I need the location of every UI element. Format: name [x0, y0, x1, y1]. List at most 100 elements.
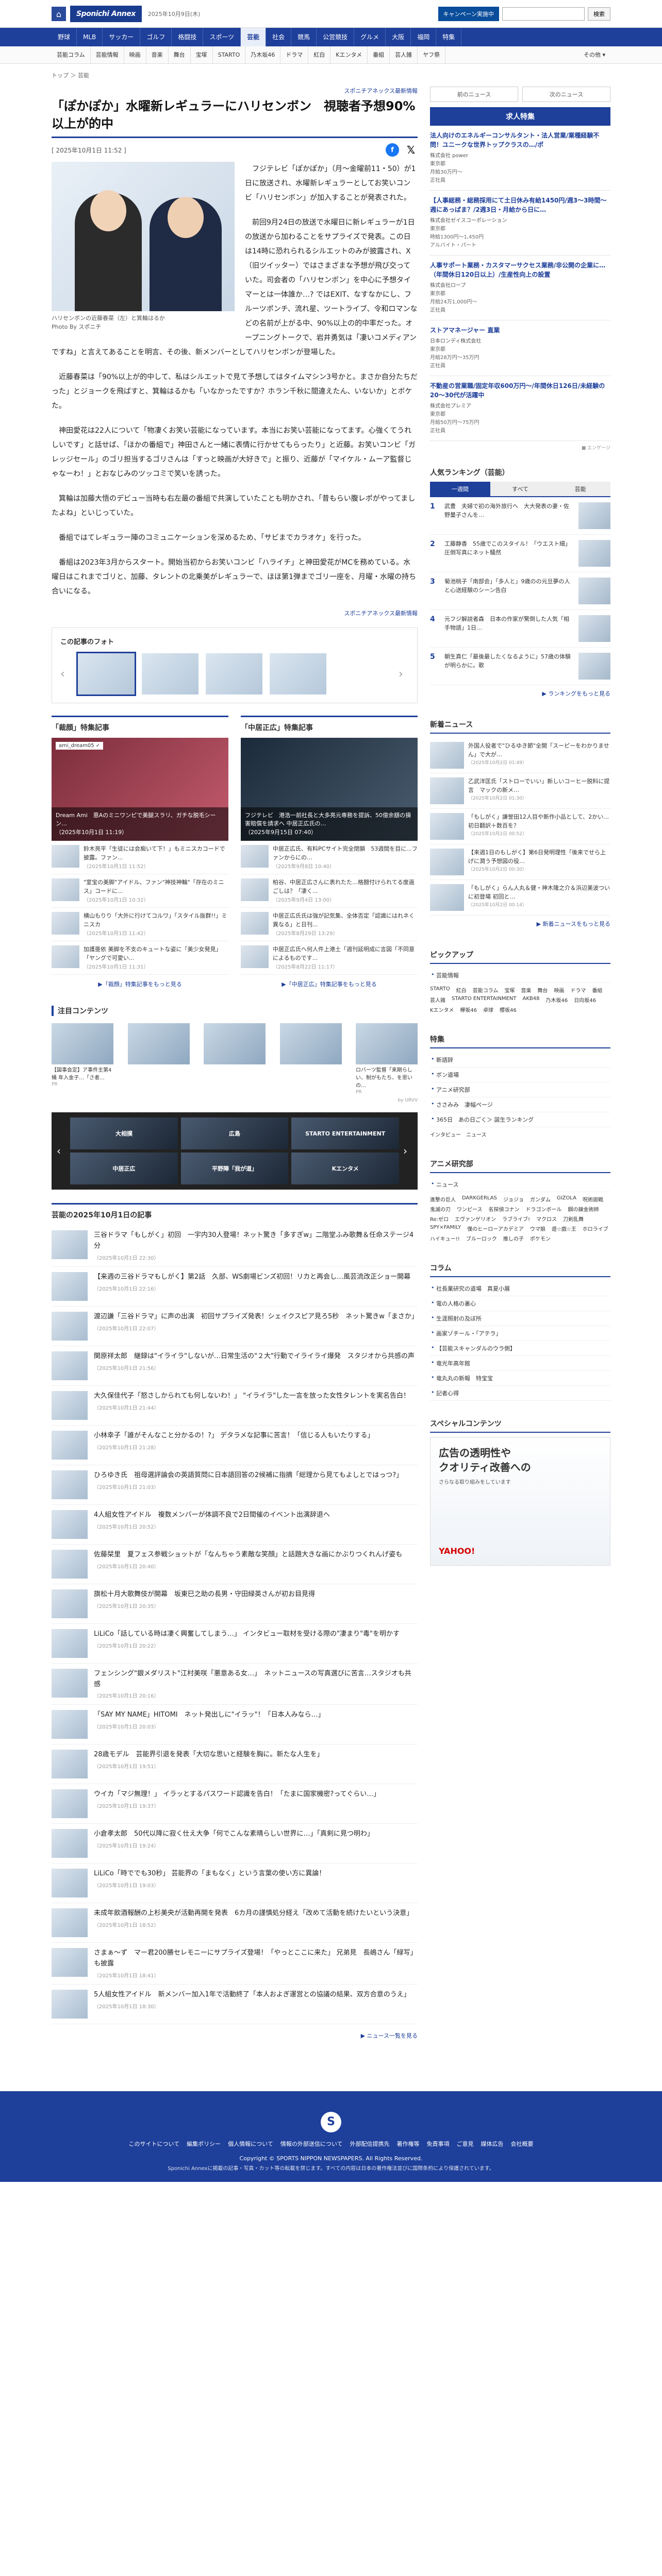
nav-item[interactable]: MLB [77, 28, 103, 46]
special-link[interactable]: アニメ研究部 [430, 1082, 610, 1097]
ranking-tab[interactable]: 芸能 [550, 482, 611, 496]
ranking-more-link[interactable]: ▶ ランキングをもっと見る [430, 685, 610, 702]
next-news-button[interactable]: 次のニュース [522, 87, 610, 102]
chevron-left-icon[interactable]: ‹ [57, 1145, 66, 1157]
pickup-tag[interactable]: 卓球 [483, 1006, 493, 1013]
pickup-tag[interactable]: STARTO [430, 986, 450, 994]
subnav-item[interactable]: STARTO [213, 46, 246, 64]
subnav-item[interactable]: 番組 [368, 46, 390, 64]
special-link[interactable]: ボン道場 [430, 1067, 610, 1082]
job-item[interactable]: 【人事総務・総務採用にて土日休み有給1450円/週3～3時間～週にあっぱま？/2… [430, 191, 610, 256]
footer-link[interactable]: 免責事項 [427, 2140, 450, 2148]
anime-tag[interactable]: 遊☆戯☆王 [552, 1225, 576, 1232]
nav-item[interactable]: サッカー [103, 28, 141, 46]
news-item[interactable]: 小林幸子「誰がそんなこと分かるの！?」 デタラメな記事に苦言！「信じる人もいたり… [52, 1426, 418, 1465]
feature-item[interactable]: 柏谷、中居正広さんに表れたた…格闘付けられてる度過ごしは？「凄く... （2025… [241, 874, 418, 908]
job-item[interactable]: 人事サポート業務・カスタマーサクセス業務/非公開の企業に…（年間休日120日以上… [430, 256, 610, 320]
column-link[interactable]: 【芸能スキャンダルのウラ側】 [430, 1341, 610, 1356]
subnav-item[interactable]: ドラマ [280, 46, 309, 64]
site-logo[interactable]: Sponichi Annex [70, 6, 142, 22]
attention-item[interactable]: ロバーツ監督「来期らしい、制がもたち、を思いの… PR [356, 1023, 418, 1095]
nav-item[interactable]: グルメ [354, 28, 386, 46]
chevron-right-icon[interactable]: › [403, 1145, 412, 1157]
news-item[interactable]: 小倉孝太郎 50代以降に寂く仕え大争「何でこんな素晴らしい世界に…」「真剣に見つ… [52, 1824, 418, 1864]
harisenbon-photo[interactable] [52, 162, 235, 312]
anime-tag[interactable]: 刀剣乱舞 [563, 1215, 584, 1223]
news-item[interactable]: 関原祥太郎 継録は"イライラ"しないが…日常生活の"２大"行動でイライライ爆発 … [52, 1346, 418, 1386]
pickup-tag[interactable]: ドラマ [570, 986, 586, 994]
feature-item[interactable]: 鈴木亮平「生徒には会痴いて下！」もミニスカコードで披露。ファン... （2025年… [52, 841, 228, 875]
anime-tag[interactable]: ドラゴンボール [526, 1205, 562, 1213]
carousel-tile[interactable]: 広島 [180, 1117, 289, 1150]
ranking-item[interactable]: 3 菊池桃子「南部会」「多人と」9歳のの元旦夢の人と心送経験のシーン告白 [430, 572, 610, 610]
new-news-item[interactable]: 「もしがく」謙誉田12人目や新作小品として、2かい…初日翻訳＋数百を？ （2025… [430, 809, 610, 844]
campaign-button[interactable]: キャンペーン実施中 [438, 7, 499, 21]
subnav-item[interactable]: 映画 [124, 46, 146, 64]
column-link[interactable]: 記者心得 [430, 1386, 610, 1401]
pickup-tag[interactable]: Kエンタメ [430, 1006, 454, 1013]
footer-link[interactable]: 個人情報について [228, 2140, 273, 2148]
feature-item[interactable]: 加護亜依 美脚を不支のキュートな姿に「美少女発見」「ヤングで可愛い... （202… [52, 941, 228, 975]
anime-tag[interactable]: ハイキュー!! [430, 1234, 460, 1242]
new-news-more-link[interactable]: ▶ 新着ニュースをもっと見る [430, 916, 610, 932]
subnav-item[interactable]: 芸能コラム [52, 46, 91, 64]
news-item[interactable]: 渡辺謙「三谷ドラマ」に声の出演 初回サプライズ発表！シェイクスピア見ろ5秒 ネッ… [52, 1307, 418, 1346]
pr-tag[interactable]: スポニチアネックス最新情報 [52, 87, 418, 95]
ranking-item[interactable]: 5 朝生真仁「最後最したくなるように」57歳の体験が明らかに。歌 [430, 648, 610, 685]
news-item[interactable]: 旗松十月大歌舞伎が開幕 坂東巳之助の長男・守田緑英さんが初お目見得 （2025年1… [52, 1584, 418, 1624]
pickup-tag[interactable]: STARTO ENTERTAINMENT [452, 996, 516, 1004]
pr-tag-bottom[interactable]: スポニチアネックス最新情報 [52, 609, 418, 617]
anime-tag[interactable]: 名探偵コナン [489, 1205, 520, 1213]
nav-item[interactable]: 格闘技 [172, 28, 204, 46]
x-share-icon[interactable]: 𝕏 [404, 143, 418, 157]
anime-tag[interactable]: ポケモン [530, 1234, 551, 1242]
anime-tag[interactable]: 推しの子 [503, 1234, 524, 1242]
attention-item[interactable] [279, 1023, 342, 1095]
pickup-tag[interactable]: 乃木坂46 [545, 996, 568, 1004]
column-link[interactable]: 竜光年高年館 [430, 1356, 610, 1371]
news-item[interactable]: 大久保佳代子「怒さしかられても何しないわ！」 "イライラ"した一言を放った女性タ… [52, 1386, 418, 1426]
footer-link[interactable]: 著作権等 [397, 2140, 420, 2148]
special-extra[interactable]: インタビュー ニュース [430, 1127, 610, 1141]
news-item[interactable]: さまぁ～ず マー君200勝セレモニーにサプライズ登場！「やっとここに来た」 兄弟… [52, 1943, 418, 1985]
footer-link[interactable]: 媒体広告 [481, 2140, 504, 2148]
news-list-more-link[interactable]: ▶ ニュース一覧を見る [52, 2024, 418, 2071]
feature-item[interactable]: 中居正広氏、有料PCサイト完全閉鎖 53週間を目に...ファンからにの... （2… [241, 841, 418, 875]
column-link[interactable]: 画家ゾチール・「アテラ」 [430, 1326, 610, 1341]
job-item[interactable]: 不動産の営業職/固定年収600万円～/年間休日126日/未経験の20～30代が活… [430, 376, 610, 441]
carousel-tile[interactable]: STARTO ENTERTAINMENT [291, 1117, 399, 1150]
pickup-tag[interactable]: 紅白 [456, 986, 467, 994]
facebook-share-icon[interactable]: f [386, 143, 399, 157]
chevron-right-icon[interactable]: › [399, 668, 409, 681]
new-news-item[interactable]: 「もしがく」らん人丸＆健・神木隆之介＆浜辺美波ついに初登場 初回と… （2025年… [430, 880, 610, 916]
subnav-item[interactable]: Kエンタメ [330, 46, 368, 64]
special-link[interactable]: 新語辞 [430, 1053, 610, 1067]
jobs-credit[interactable]: ■ エンゲージ [430, 441, 610, 454]
footer-link[interactable]: 会社概要 [511, 2140, 534, 2148]
nav-item[interactable]: 社会 [266, 28, 292, 46]
nav-item[interactable]: 公営競技 [317, 28, 355, 46]
news-item[interactable]: 佐藤栞里 夏フェス参戦ショットが「なんちゃう素敵な笑顔」と話題大きな画にかぶりつ… [52, 1545, 418, 1584]
new-news-item[interactable]: 外国人役者で"ひるゆき節"全開「スーピーをわかりません」で大が… （2025年10… [430, 738, 610, 773]
gallery-thumb[interactable] [76, 652, 136, 697]
search-button[interactable]: 検索 [588, 7, 610, 21]
footer-link[interactable]: ご意見 [457, 2140, 474, 2148]
footer-link[interactable]: 編集ポリシー [187, 2140, 221, 2148]
nav-item[interactable]: ゴルフ [140, 28, 172, 46]
carousel-tile[interactable]: Kエンタメ [291, 1153, 399, 1185]
nav-item[interactable]: スポーツ [203, 28, 241, 46]
carousel-tile[interactable]: 大相撲 [70, 1117, 178, 1150]
article-photo[interactable]: ハリセンボンの近藤春菜（左）と箕輪はるか Photo By スポニチ [52, 162, 235, 331]
job-item[interactable]: 法人向けのエネルギーコンサルタント・法人営業/業種経験不問！ユニークな世界トップ… [430, 126, 610, 191]
new-news-item[interactable]: 乙武洋匡氏「ストローでいい」新しいコーヒー脱料に提言 マックの新メ… （2025年… [430, 773, 610, 809]
nav-item[interactable]: 福岡 [411, 28, 437, 46]
attention-item[interactable] [127, 1023, 190, 1095]
pickup-tag[interactable]: AKB48 [522, 996, 539, 1004]
job-item[interactable]: ストアマネージャー 直業 日本ロンディ株式会社 東京都 月給28万円～35万円 正社… [430, 320, 610, 376]
anime-tag[interactable]: ホロライブ [583, 1225, 608, 1232]
news-item[interactable]: 未成年飲酒報酬の上杉美央が活動再開を発表 6カ月の謹慎処分経え「改めて活動を続け… [52, 1903, 418, 1943]
pickup-link[interactable]: 芸能情報 [430, 968, 610, 983]
footer-link[interactable]: 情報の外部送信について [280, 2140, 343, 2148]
breadcrumb[interactable]: トップ ＞ 芸能 [52, 64, 610, 87]
anime-tag[interactable]: ワンピース [457, 1205, 483, 1213]
